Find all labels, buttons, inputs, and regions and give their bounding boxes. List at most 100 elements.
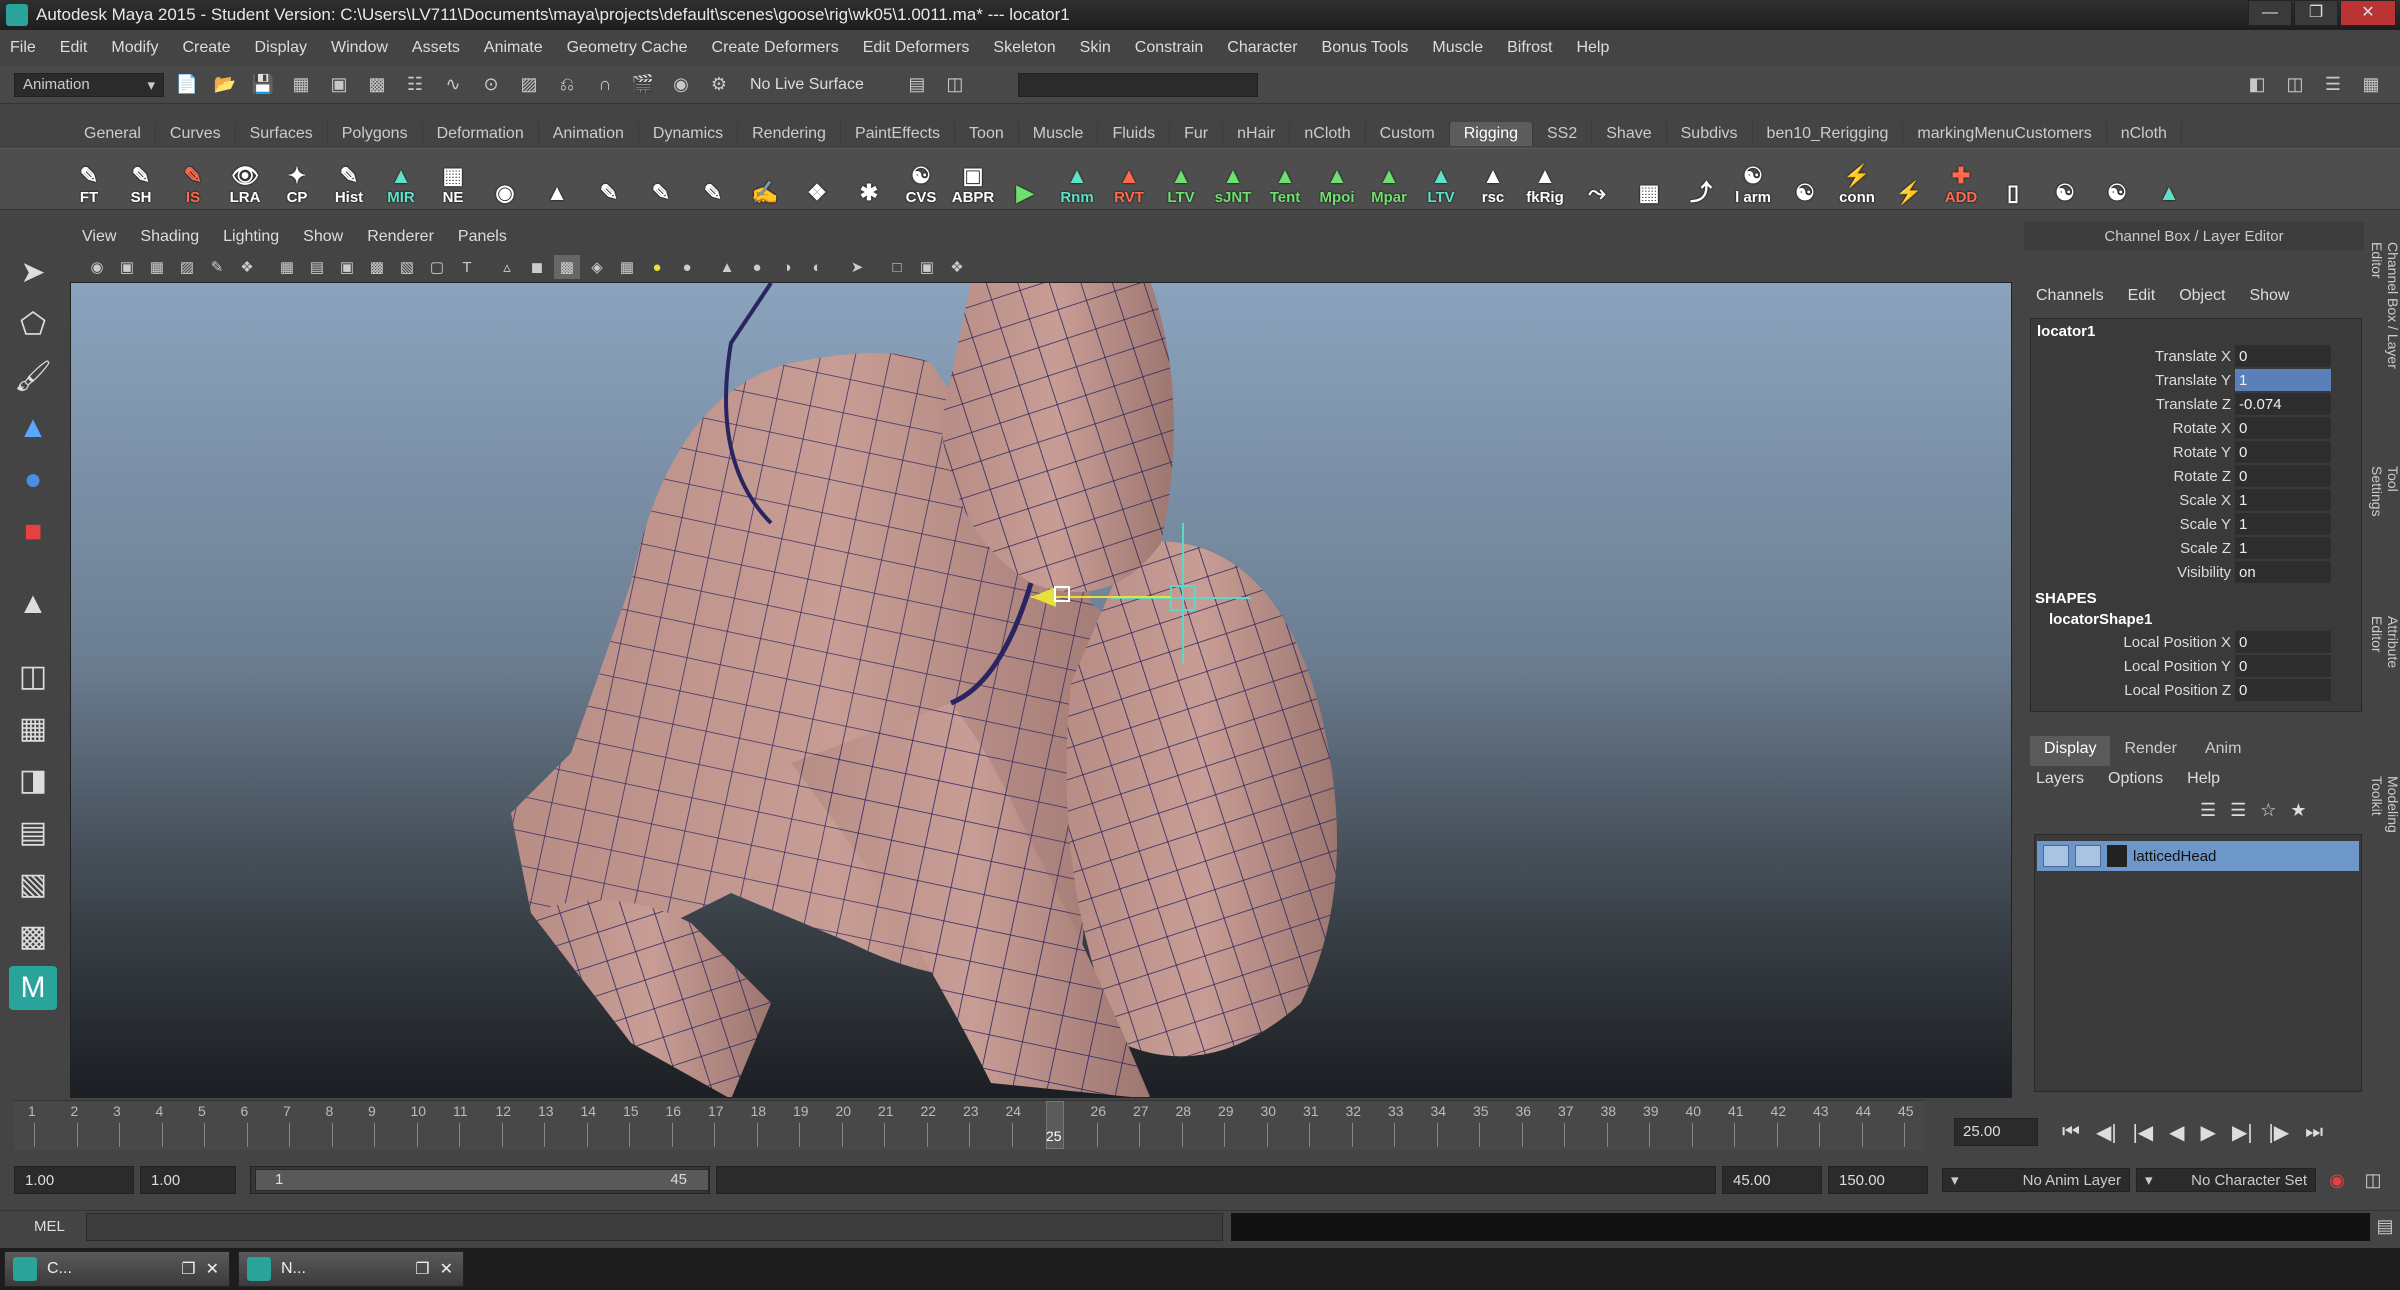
shelf-button-ne[interactable]: ▦ NE — [430, 152, 476, 206]
panel-menu-panels[interactable]: Panels — [458, 228, 507, 246]
menu-skin[interactable]: Skin — [1080, 39, 1111, 57]
layer-tab-display[interactable]: Display — [2030, 736, 2111, 766]
snap-grid-icon[interactable]: ☷ — [400, 70, 430, 100]
use-all-lights-icon[interactable]: ● — [644, 255, 670, 279]
attribute-row[interactable]: Translate Z -0.074 — [2031, 392, 2361, 416]
attribute-row[interactable]: Local Position Y0 — [2031, 654, 2361, 678]
paint-select-tool-icon[interactable]: 🖌 — [9, 354, 57, 398]
attribute-name[interactable]: Translate X — [2031, 348, 2235, 365]
image-plane-icon[interactable]: ▨ — [174, 255, 200, 279]
shelf-tab-fur[interactable]: Fur — [1170, 122, 1224, 146]
shelf-button-mir[interactable]: ▲ MIR — [378, 152, 424, 206]
layer-tab-render[interactable]: Render — [2110, 736, 2190, 766]
shelf-tab-nhair[interactable]: nHair — [1223, 122, 1291, 146]
shelf-tab-painteffects[interactable]: PaintEffects — [841, 122, 956, 146]
menu-create-deformers[interactable]: Create Deformers — [712, 39, 839, 57]
play-backwards-icon[interactable]: ◀ — [2169, 1120, 2184, 1145]
shelf-tab-toon[interactable]: Toon — [955, 122, 1019, 146]
four-view-layout-icon[interactable]: ▦ — [9, 706, 57, 750]
animation-start-field[interactable]: 1.00 — [14, 1166, 134, 1194]
menu-assets[interactable]: Assets — [412, 39, 460, 57]
default-material-icon[interactable]: ◈ — [584, 255, 610, 279]
taskbar-item[interactable]: N... ❐ ✕ — [238, 1251, 464, 1287]
shelf-button-tool-37[interactable]: ▯ — [1990, 152, 2036, 206]
menu-modify[interactable]: Modify — [111, 39, 158, 57]
menu-bonus-tools[interactable]: Bonus Tools — [1322, 39, 1409, 57]
grease-pencil-icon[interactable]: ✎ — [204, 255, 230, 279]
shelf-tab-surfaces[interactable]: Surfaces — [236, 122, 328, 146]
attribute-name[interactable]: Rotate Y — [2031, 444, 2235, 461]
menu-character[interactable]: Character — [1227, 39, 1297, 57]
attribute-value-field[interactable]: on — [2235, 561, 2331, 583]
xray-joints-icon[interactable]: ▣ — [914, 255, 940, 279]
attribute-row[interactable]: Scale Y1 — [2031, 512, 2361, 536]
shelf-button-tool-38[interactable]: ☯ — [2042, 152, 2088, 206]
close-icon[interactable]: ✕ — [440, 1259, 453, 1279]
anim-layer-dropdown[interactable]: ▾ No Anim Layer — [1942, 1168, 2130, 1192]
object-name[interactable]: locator1 — [2031, 319, 2361, 344]
menu-constrain[interactable]: Constrain — [1135, 39, 1203, 57]
panel-menu-renderer[interactable]: Renderer — [367, 228, 434, 246]
playback-start-field[interactable]: 1.00 — [140, 1166, 236, 1194]
new-scene-icon[interactable]: 📄 — [172, 70, 202, 100]
shelf-button-tool-18[interactable]: ▶ — [1002, 152, 1048, 206]
shelf-button-tool-11[interactable]: ✎ — [638, 152, 684, 206]
shelf-button-tool-29[interactable]: ⤳ — [1574, 152, 1620, 206]
attribute-value-field[interactable]: 0 — [2235, 417, 2331, 439]
shelf-tab-dynamics[interactable]: Dynamics — [639, 122, 739, 146]
current-frame-field[interactable]: 25.00 — [1954, 1118, 2038, 1146]
close-button[interactable]: ✕ — [2340, 0, 2396, 26]
snap-point-icon[interactable]: ⊙ — [476, 70, 506, 100]
layer-menu-options[interactable]: Options — [2108, 770, 2163, 794]
attribute-row[interactable]: Visibility on — [2031, 560, 2361, 584]
shelf-button-tool-10[interactable]: ✎ — [586, 152, 632, 206]
menu-window[interactable]: Window — [331, 39, 388, 57]
snap-plane-icon[interactable]: ▨ — [514, 70, 544, 100]
camera-attributes-icon[interactable]: ▣ — [114, 255, 140, 279]
wireframe-icon[interactable]: ▵ — [494, 255, 520, 279]
select-camera-icon[interactable]: ◉ — [84, 255, 110, 279]
attribute-value-field[interactable]: 1 — [2235, 537, 2331, 559]
attribute-value-field[interactable]: 0 — [2235, 465, 2331, 487]
shelf-button-conn[interactable]: ⚡ conn — [1834, 152, 1880, 206]
bookmark-icon[interactable]: ▦ — [144, 255, 170, 279]
go-to-end-icon[interactable]: ⏭ — [2305, 1121, 2323, 1144]
shelf-button-ft[interactable]: ✎ FT — [66, 152, 112, 206]
shelf-button-tool-39[interactable]: ☯ — [2094, 152, 2140, 206]
select-by-object-icon[interactable]: ▣ — [324, 70, 354, 100]
shelf-tab-curves[interactable]: Curves — [156, 122, 236, 146]
anti-aliasing-icon[interactable]: ◑ — [774, 255, 800, 279]
menu-help[interactable]: Help — [1576, 39, 1609, 57]
shelf-button-tent[interactable]: ▲ Tent — [1262, 152, 1308, 206]
attribute-name[interactable]: Local Position Y — [2031, 658, 2235, 675]
channel-box-menu-show[interactable]: Show — [2249, 287, 2289, 305]
attribute-row[interactable]: Rotate Z0 — [2031, 464, 2361, 488]
step-forward-key-icon[interactable]: |▶ — [2269, 1120, 2290, 1145]
character-set-dropdown[interactable]: ▾ No Character Set — [2136, 1168, 2316, 1192]
shelf-tab-rendering[interactable]: Rendering — [738, 122, 841, 146]
maya-home-icon[interactable]: M — [9, 966, 57, 1010]
motion-blur-icon[interactable]: ● — [744, 255, 770, 279]
shelf-tab-general[interactable]: General — [70, 122, 156, 146]
step-forward-frame-icon[interactable]: ▶| — [2232, 1120, 2253, 1145]
wireframe-on-shaded-icon[interactable]: ▩ — [554, 255, 580, 279]
panel-menu-shading[interactable]: Shading — [140, 228, 199, 246]
shelf-button-tool-13[interactable]: ✍ — [742, 152, 788, 206]
layer-row[interactable]: latticedHead — [2037, 841, 2359, 871]
shelf-button-add[interactable]: ✚ ADD — [1938, 152, 1984, 206]
resolution-gate-icon[interactable]: ▣ — [334, 255, 360, 279]
step-back-key-icon[interactable]: ◀| — [2096, 1120, 2117, 1145]
modeling-toolkit-toggle-icon[interactable]: ◧ — [2242, 70, 2272, 100]
attribute-name[interactable]: Visibility — [2031, 564, 2235, 581]
shelf-button-tool-33[interactable]: ☯ — [1782, 152, 1828, 206]
hypershade-layout-icon[interactable]: ▧ — [9, 862, 57, 906]
shelf-tab-ss2[interactable]: SS2 — [1533, 122, 1593, 146]
safe-title-icon[interactable]: T — [454, 255, 480, 279]
shelf-button-tool-15[interactable]: ✱ — [846, 152, 892, 206]
side-tab-attribute-editor[interactable]: Attribute Editor — [2369, 616, 2400, 696]
command-language-label[interactable]: MEL — [0, 1218, 86, 1235]
restore-icon[interactable]: ❐ — [415, 1259, 429, 1279]
shelf-button-tool-30[interactable]: ▦ — [1626, 152, 1672, 206]
shelf-button-cp[interactable]: ✦ CP — [274, 152, 320, 206]
shelf-button-tool-31[interactable]: ⤴ — [1678, 152, 1724, 206]
